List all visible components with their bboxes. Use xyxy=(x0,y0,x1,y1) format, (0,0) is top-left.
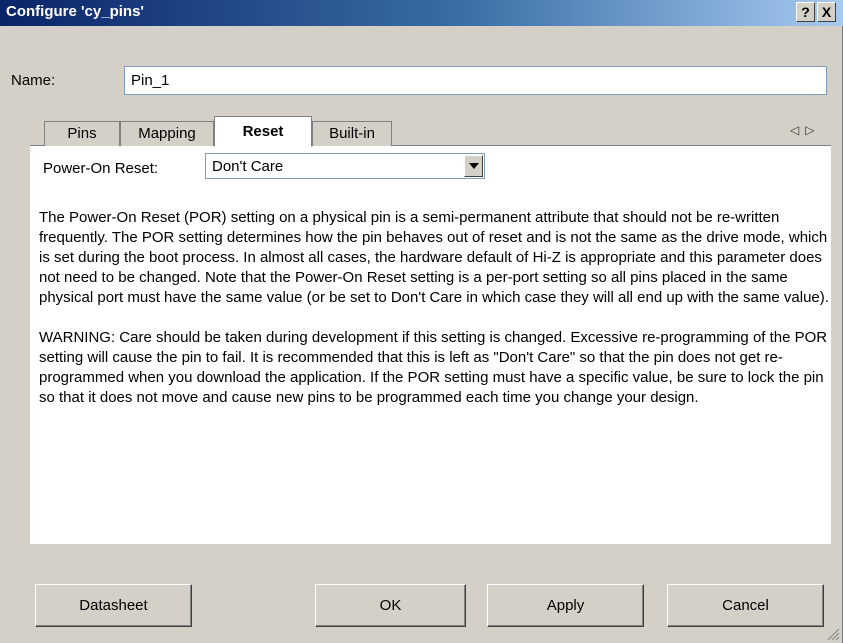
name-label: Name: xyxy=(11,72,56,89)
description-paragraph: The Power-On Reset (POR) setting on a ph… xyxy=(39,209,829,306)
help-button[interactable]: ? xyxy=(796,2,815,22)
power-on-reset-value: Don't Care xyxy=(212,158,284,175)
title-bar[interactable]: Configure 'cy_pins' ? X xyxy=(0,0,843,26)
reset-tab-panel: Power-On Reset: Don't Care The Power-On … xyxy=(30,146,831,544)
chevron-down-icon xyxy=(469,163,479,169)
tab-strip: Pins Mapping Reset Built-in xyxy=(30,116,830,147)
description-text: The Power-On Reset (POR) setting on a ph… xyxy=(39,208,829,428)
apply-button[interactable]: Apply xyxy=(487,584,644,627)
cancel-button[interactable]: Cancel xyxy=(667,584,824,627)
name-input[interactable] xyxy=(124,66,827,95)
tab-scroll-left-icon[interactable]: ◁ xyxy=(790,123,805,137)
tab-pins[interactable]: Pins xyxy=(44,121,120,146)
tab-built-in[interactable]: Built-in xyxy=(312,121,392,146)
datasheet-button[interactable]: Datasheet xyxy=(35,584,192,627)
dropdown-button[interactable] xyxy=(464,155,483,177)
power-on-reset-select[interactable]: Don't Care xyxy=(205,153,485,179)
window-title: Configure 'cy_pins' xyxy=(6,3,144,20)
tab-reset[interactable]: Reset xyxy=(214,116,312,147)
close-button[interactable]: X xyxy=(817,2,836,22)
power-on-reset-label: Power-On Reset: xyxy=(43,160,159,177)
tab-scroll-arrows: ◁▷ xyxy=(790,123,820,137)
tab-scroll-right-icon[interactable]: ▷ xyxy=(805,123,820,137)
configure-dialog: Configure 'cy_pins' ? X Name: Pins Mappi… xyxy=(0,0,843,643)
resize-grip-icon[interactable] xyxy=(826,627,840,641)
tab-mapping[interactable]: Mapping xyxy=(120,121,214,146)
ok-button[interactable]: OK xyxy=(315,584,466,627)
warning-paragraph: WARNING: Care should be taken during dev… xyxy=(39,329,828,406)
